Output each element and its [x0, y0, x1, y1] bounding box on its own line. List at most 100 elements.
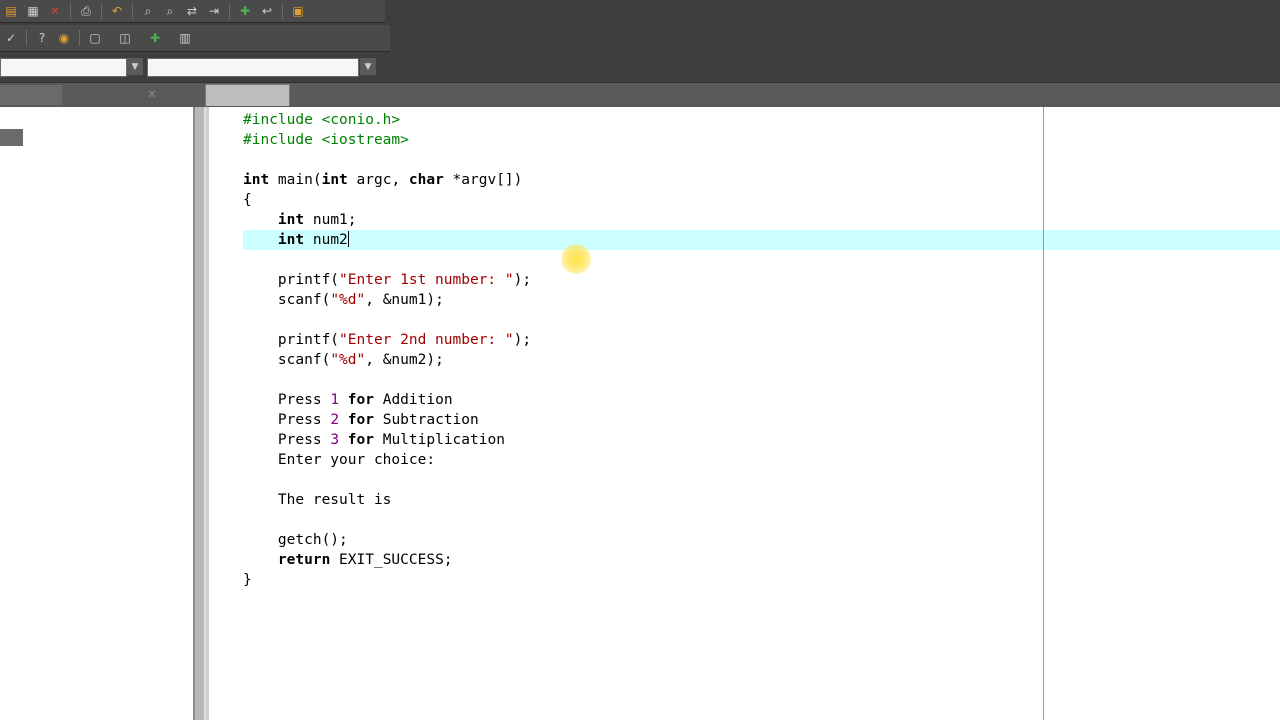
code-line[interactable]: printf("Enter 2nd number: "); [243, 330, 531, 350]
code-token: #include <conio.h> [243, 112, 401, 128]
code-line[interactable]: return EXIT_SUCCESS; [243, 550, 531, 570]
code-token: int [243, 172, 270, 188]
code-line[interactable]: printf("Enter 1st number: "); [243, 270, 531, 290]
right-margin-line [1043, 107, 1044, 720]
code-line[interactable] [243, 370, 531, 390]
code-token: *argv[]) [443, 172, 523, 188]
code-token: "Enter 1st number: " [339, 272, 514, 288]
back-icon[interactable]: ↩ [258, 2, 276, 20]
check-icon[interactable]: ✓ [2, 29, 20, 47]
code-token: The result is [243, 492, 392, 508]
close-icon[interactable]: ✕ [46, 2, 64, 20]
code-token: Multiplication [373, 432, 505, 448]
code-line[interactable]: } [243, 570, 531, 590]
code-token: "Enter 2nd number: " [339, 332, 514, 348]
code-token: return [277, 552, 331, 568]
code-line[interactable] [243, 150, 531, 170]
text-caret [347, 231, 349, 247]
code-line[interactable]: The result is [243, 490, 531, 510]
code-token: printf( [243, 272, 340, 288]
code-token: num2 [304, 232, 348, 248]
code-token: , &num1); [365, 292, 444, 308]
code-token: , &num2); [365, 352, 444, 368]
member-select[interactable] [147, 58, 359, 77]
tree-item[interactable] [0, 129, 23, 146]
code-editor[interactable]: #include <conio.h> #include <iostream> int… [206, 107, 1280, 720]
code-token: for [347, 392, 374, 408]
print-icon[interactable]: ⎙ [77, 2, 95, 20]
toolbar-divider [79, 30, 80, 46]
code-token: "%d" [330, 352, 366, 368]
about-icon[interactable]: ◉ [55, 29, 73, 47]
code-token: #include <iostream> [243, 132, 409, 148]
close-icon[interactable]: ✕ [145, 87, 159, 101]
toolbar-divider [26, 30, 27, 46]
code-token: 3 [330, 432, 340, 448]
code-line[interactable] [243, 510, 531, 530]
code-token: printf( [243, 332, 340, 348]
code-line[interactable] [243, 470, 531, 490]
new-class-icon[interactable]: ▢ [86, 29, 104, 47]
project-browser [0, 107, 193, 720]
code-line[interactable] [243, 250, 531, 270]
code-token: for [347, 432, 374, 448]
code-line[interactable]: scanf("%d", &num2); [243, 350, 531, 370]
code-line[interactable]: Press 2 for Subtraction [243, 410, 531, 430]
code-token: scanf( [243, 352, 331, 368]
code-token: Press [243, 432, 331, 448]
code-line[interactable]: #include <conio.h> [243, 110, 531, 130]
code-token: Press [243, 412, 331, 428]
code-line[interactable]: int num1; [243, 210, 531, 230]
code-token: int [277, 232, 305, 248]
code-line[interactable]: getch(); [243, 530, 531, 550]
toolbar-area: ▤ ▦ ✕ ⎙ ↶ ⌕ ⌕ ⇄ ⇥ ✚ ↩ ▣ ✓ ? ◉ ▢ ◫ ✚ ▥ ▼ … [0, 0, 1280, 82]
goto-icon[interactable]: ⇥ [205, 2, 223, 20]
toolbar-divider [282, 3, 283, 19]
code-line[interactable] [243, 310, 531, 330]
toolbar-divider [101, 3, 102, 19]
replace-icon[interactable]: ⇄ [183, 2, 201, 20]
code-line[interactable]: int main(int argc, char *argv[]) [243, 170, 531, 190]
code-token: ); [513, 272, 532, 288]
add-project-icon[interactable]: ✚ [146, 29, 164, 47]
code-line[interactable]: Press 3 for Multiplication [243, 430, 531, 450]
panel-splitter[interactable] [193, 107, 206, 720]
code-token: Press [243, 392, 331, 408]
chevron-down-icon[interactable]: ▼ [360, 58, 376, 75]
project-options-icon[interactable]: ▥ [176, 29, 194, 47]
new-member-icon[interactable]: ◫ [116, 29, 134, 47]
code-token: Subtraction [373, 412, 479, 428]
code-line[interactable]: int num2 [243, 230, 531, 250]
code-token: EXIT_SUCCESS; [330, 552, 453, 568]
code-line[interactable]: Enter your choice: [243, 450, 531, 470]
code-token: ); [513, 332, 532, 348]
chevron-down-icon[interactable]: ▼ [127, 58, 143, 75]
save-icon[interactable]: ▦ [24, 2, 42, 20]
code-line[interactable]: { [243, 190, 531, 210]
code-token: getch(); [243, 532, 348, 548]
class-icon[interactable]: ▣ [289, 2, 307, 20]
code-line[interactable]: Press 1 for Addition [243, 390, 531, 410]
code-token: scanf( [243, 292, 331, 308]
code-token: Enter your choice: [243, 452, 436, 468]
find-icon[interactable]: ⌕ [161, 2, 179, 20]
code-token: { [243, 192, 252, 208]
tab-source-file[interactable] [205, 84, 290, 106]
undo-icon[interactable]: ↶ [108, 2, 126, 20]
editor-gutter [206, 107, 209, 720]
code-line[interactable]: scanf("%d", &num1); [243, 290, 531, 310]
code-text[interactable]: #include <conio.h> #include <iostream> int… [243, 110, 531, 590]
code-line[interactable]: #include <iostream> [243, 130, 531, 150]
help-icon[interactable]: ? [33, 29, 51, 47]
class-select[interactable] [0, 58, 127, 77]
tab-project[interactable] [0, 85, 62, 105]
code-token: 1 [330, 392, 340, 408]
open-icon[interactable]: ▤ [2, 2, 20, 20]
add-icon[interactable]: ✚ [236, 2, 254, 20]
search-icon[interactable]: ⌕ [139, 2, 157, 20]
